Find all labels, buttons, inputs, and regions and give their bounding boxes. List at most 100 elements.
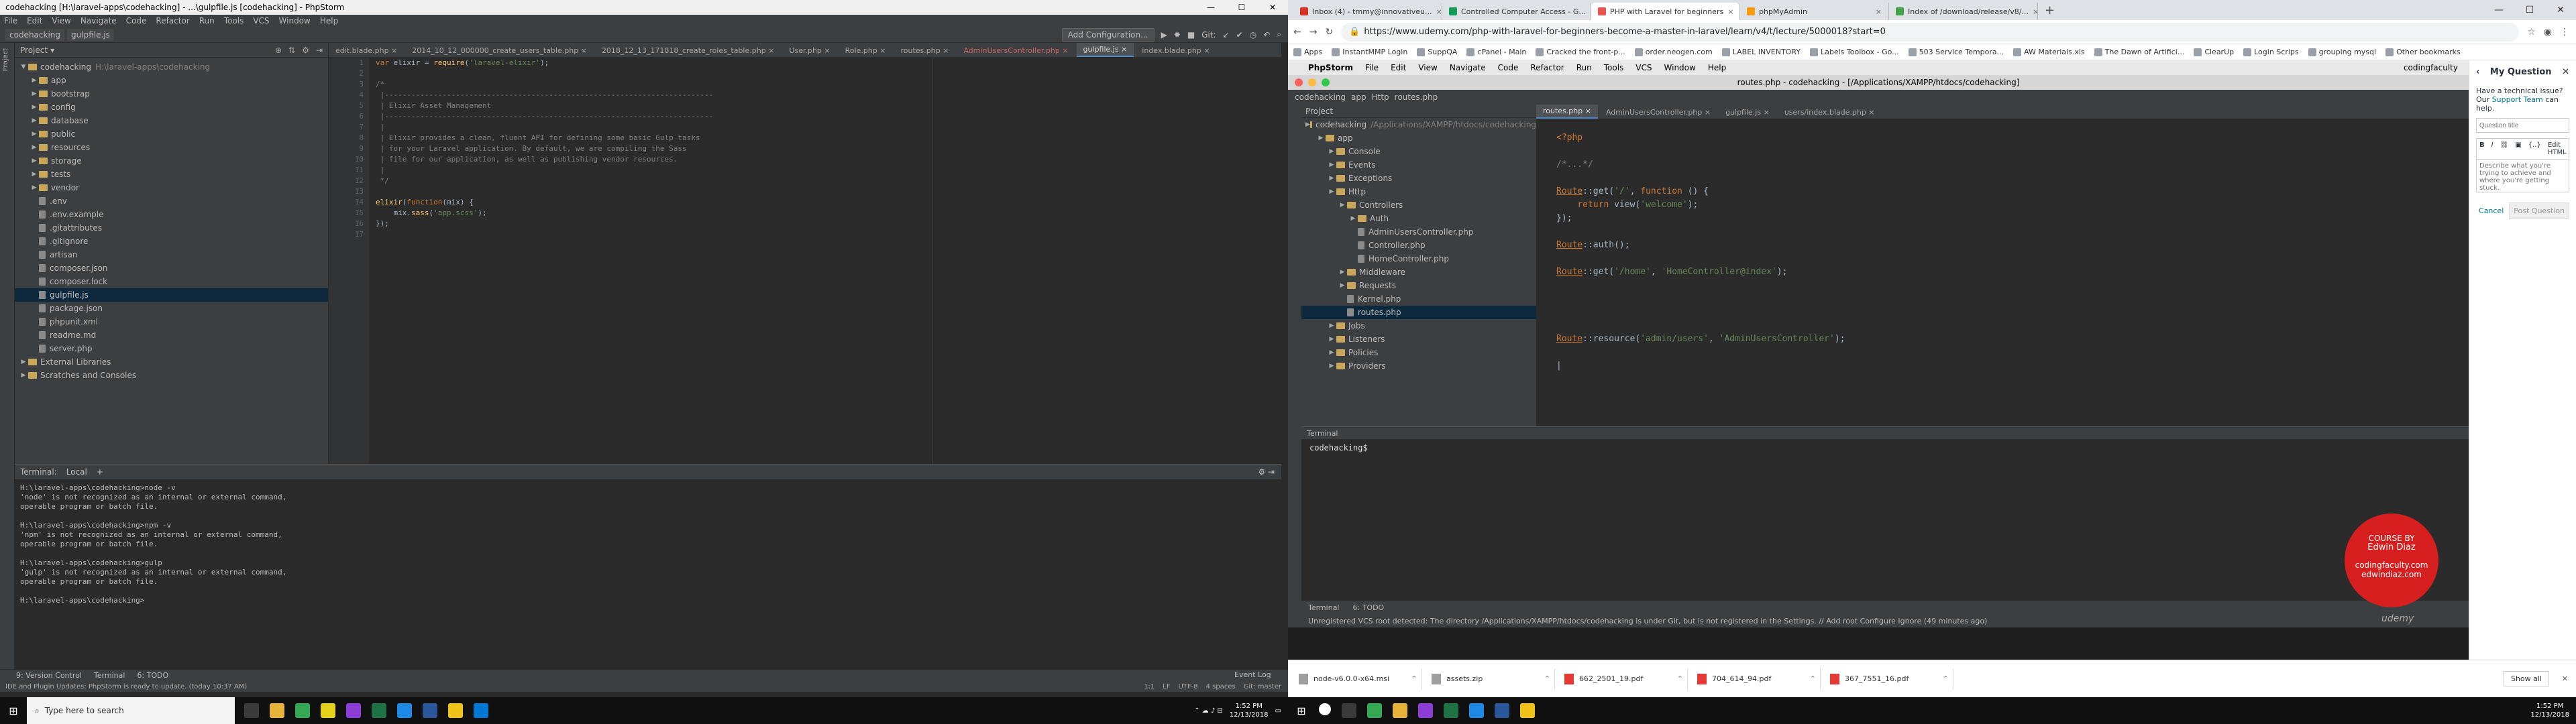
code-line[interactable]: }); — [376, 219, 713, 229]
forward-icon[interactable]: → — [1309, 27, 1318, 38]
tree-folder[interactable]: ▶ tests — [15, 168, 328, 181]
bottom-tool-terminal[interactable]: Terminal — [94, 671, 125, 680]
edge-icon[interactable] — [397, 703, 412, 718]
menu-item-refactor[interactable]: Refactor — [156, 16, 189, 25]
menu-item-help[interactable]: Help — [320, 16, 338, 25]
phpstorm-icon[interactable] — [1418, 703, 1433, 718]
taskbar-search[interactable]: ⌕ Type here to search — [27, 697, 235, 724]
bookmark-item[interactable]: Labels Toolbox - Go... — [1810, 48, 1899, 56]
bookmark-item[interactable]: order.neogen.com — [1634, 48, 1713, 56]
breadcrumb-file[interactable]: gulpfile.js — [67, 28, 114, 41]
editor-tab[interactable]: routes.php × — [894, 44, 955, 57]
tree-file[interactable]: gulpfile.js — [15, 288, 328, 302]
bookmark-item[interactable]: Apps — [1293, 48, 1322, 56]
code-line[interactable] — [376, 186, 713, 197]
close-panel-icon[interactable]: ✕ — [2562, 67, 2569, 77]
editor-tab[interactable]: index.blade.php × — [1135, 44, 1216, 57]
code-line[interactable]: */ — [376, 176, 713, 186]
task-view-icon[interactable] — [1342, 703, 1356, 718]
extension-icon[interactable]: ◉ — [2544, 27, 2552, 38]
tree-folder[interactable]: ▶ External Libraries — [15, 355, 328, 369]
tree-file[interactable]: readme.md — [15, 328, 328, 342]
app-icon-2[interactable] — [474, 703, 488, 718]
code-line[interactable]: | file for our application, as well as p… — [376, 154, 713, 165]
app-icon[interactable] — [448, 703, 463, 718]
download-item[interactable]: node-v6.0.0-x64.msi ⌃ — [1295, 668, 1422, 690]
bookmark-item[interactable]: AW Materials.xls — [2013, 48, 2085, 56]
stop-icon[interactable]: ■ — [1187, 30, 1195, 40]
tree-folder[interactable]: ▶ public — [15, 127, 328, 141]
download-menu-icon[interactable]: ⌃ — [1810, 674, 1820, 683]
tree-file[interactable]: server.php — [15, 342, 328, 355]
tree-folder[interactable]: ▶ resources — [15, 141, 328, 154]
windows-start-icon[interactable]: ⊞ — [0, 697, 27, 724]
tree-folder[interactable]: ▶ vendor — [15, 181, 328, 194]
code-line[interactable]: elixir(function(mix) { — [376, 197, 713, 208]
tab-close-icon[interactable]: × — [2033, 7, 2037, 16]
chrome-icon[interactable] — [1367, 703, 1382, 718]
run-icon[interactable]: ▶ — [1161, 30, 1167, 40]
menu-item-run[interactable]: Run — [199, 16, 215, 25]
editor-tab[interactable]: User.php × — [782, 44, 837, 57]
tree-folder[interactable]: ▶ app — [15, 74, 328, 87]
menu-item-file[interactable]: File — [4, 16, 17, 25]
terminal-tab-local[interactable]: Local — [66, 467, 87, 477]
bookmark-item[interactable]: grouping mysql — [2308, 48, 2376, 56]
browser-tab[interactable]: Index of /download/release/v8/... × — [1889, 3, 2038, 20]
back-icon[interactable]: ← — [1293, 27, 1301, 38]
bookmark-item[interactable]: 503 Service Tempora... — [1908, 48, 2004, 56]
link-icon[interactable]: ⛓ — [2500, 141, 2509, 156]
tree-folder[interactable]: ▶ config — [15, 101, 328, 114]
terminal-gear-icon[interactable]: ⚙ ⇥ — [1258, 467, 1281, 477]
question-body-input[interactable] — [2476, 159, 2569, 192]
task-view-icon[interactable] — [244, 703, 259, 718]
editor-tab[interactable]: 2014_10_12_000000_create_users_table.php… — [405, 44, 594, 57]
browser-maximize-icon[interactable]: ☐ — [2514, 0, 2545, 20]
locate-icon[interactable]: ⊕ — [275, 46, 282, 55]
search-icon[interactable]: ⌕ — [1277, 29, 1281, 40]
word-icon[interactable] — [423, 703, 437, 718]
code-line[interactable]: | Elixir provides a clean, fluent API fo… — [376, 133, 713, 143]
tree-folder[interactable]: ▶ bootstrap — [15, 87, 328, 101]
tab-close-icon[interactable]: × — [1727, 7, 1733, 16]
file-explorer-icon[interactable] — [1393, 703, 1407, 718]
gear-icon[interactable]: ⚙ — [302, 46, 309, 55]
code-content[interactable]: var elixir = require('laravel-elixir'); /… — [376, 58, 713, 240]
show-all-button[interactable]: Show all — [2503, 671, 2549, 686]
code-line[interactable]: |---------------------------------------… — [376, 111, 714, 122]
edge-icon[interactable] — [1469, 703, 1484, 718]
bookmark-item[interactable]: Cracked the front-p... — [1536, 48, 1625, 56]
reload-icon[interactable]: ↻ — [1325, 27, 1333, 38]
bookmark-item[interactable]: InstantMMP Login — [1332, 48, 1407, 56]
minimize-icon[interactable]: — — [1195, 3, 1226, 12]
tree-file[interactable]: phpunit.xml — [15, 315, 328, 328]
vcs-commit-icon[interactable]: ✔ — [1236, 30, 1243, 40]
status-item[interactable]: UTF-8 — [1178, 683, 1197, 690]
maximize-icon[interactable]: ☐ — [1226, 3, 1257, 12]
code-line[interactable]: /* — [376, 79, 713, 90]
download-menu-icon[interactable]: ⌃ — [1943, 674, 1953, 683]
tree-file[interactable]: composer.json — [15, 261, 328, 275]
browser-minimize-icon[interactable]: — — [2483, 0, 2514, 20]
star-icon[interactable]: ☆ — [2527, 27, 2536, 38]
code-line[interactable] — [376, 68, 713, 79]
tree-folder[interactable]: ▶ database — [15, 114, 328, 127]
file-explorer-icon[interactable] — [270, 703, 284, 718]
editor-tab[interactable]: Role.php × — [839, 44, 893, 57]
editor-tab[interactable]: edit.blade.php × — [329, 44, 404, 57]
download-menu-icon[interactable]: ⌃ — [1411, 674, 1421, 683]
phpstorm-icon[interactable] — [346, 703, 361, 718]
tree-folder[interactable]: ▶ Scratches and Consoles — [15, 369, 328, 382]
menu-item-code[interactable]: Code — [126, 16, 147, 25]
project-tool-tab[interactable]: Project — [2, 48, 9, 71]
bottom-tool-6-todo[interactable]: 6: TODO — [137, 671, 168, 680]
browser-close-icon[interactable]: ✕ — [2545, 0, 2576, 20]
close-downloads-icon[interactable]: ✕ — [2562, 674, 2568, 683]
menu-item-vcs[interactable]: VCS — [253, 16, 269, 25]
download-menu-icon[interactable]: ⌃ — [1677, 674, 1687, 683]
bookmark-item[interactable]: LABEL INVENTORY — [1721, 48, 1801, 56]
italic-icon[interactable]: I — [2491, 141, 2493, 156]
browser-tab[interactable]: Inbox (4) - tmmy@innovativeu... × — [1293, 3, 1442, 20]
undo-icon[interactable]: ↶ — [1263, 30, 1270, 40]
project-dropdown[interactable]: Project — [20, 46, 48, 55]
